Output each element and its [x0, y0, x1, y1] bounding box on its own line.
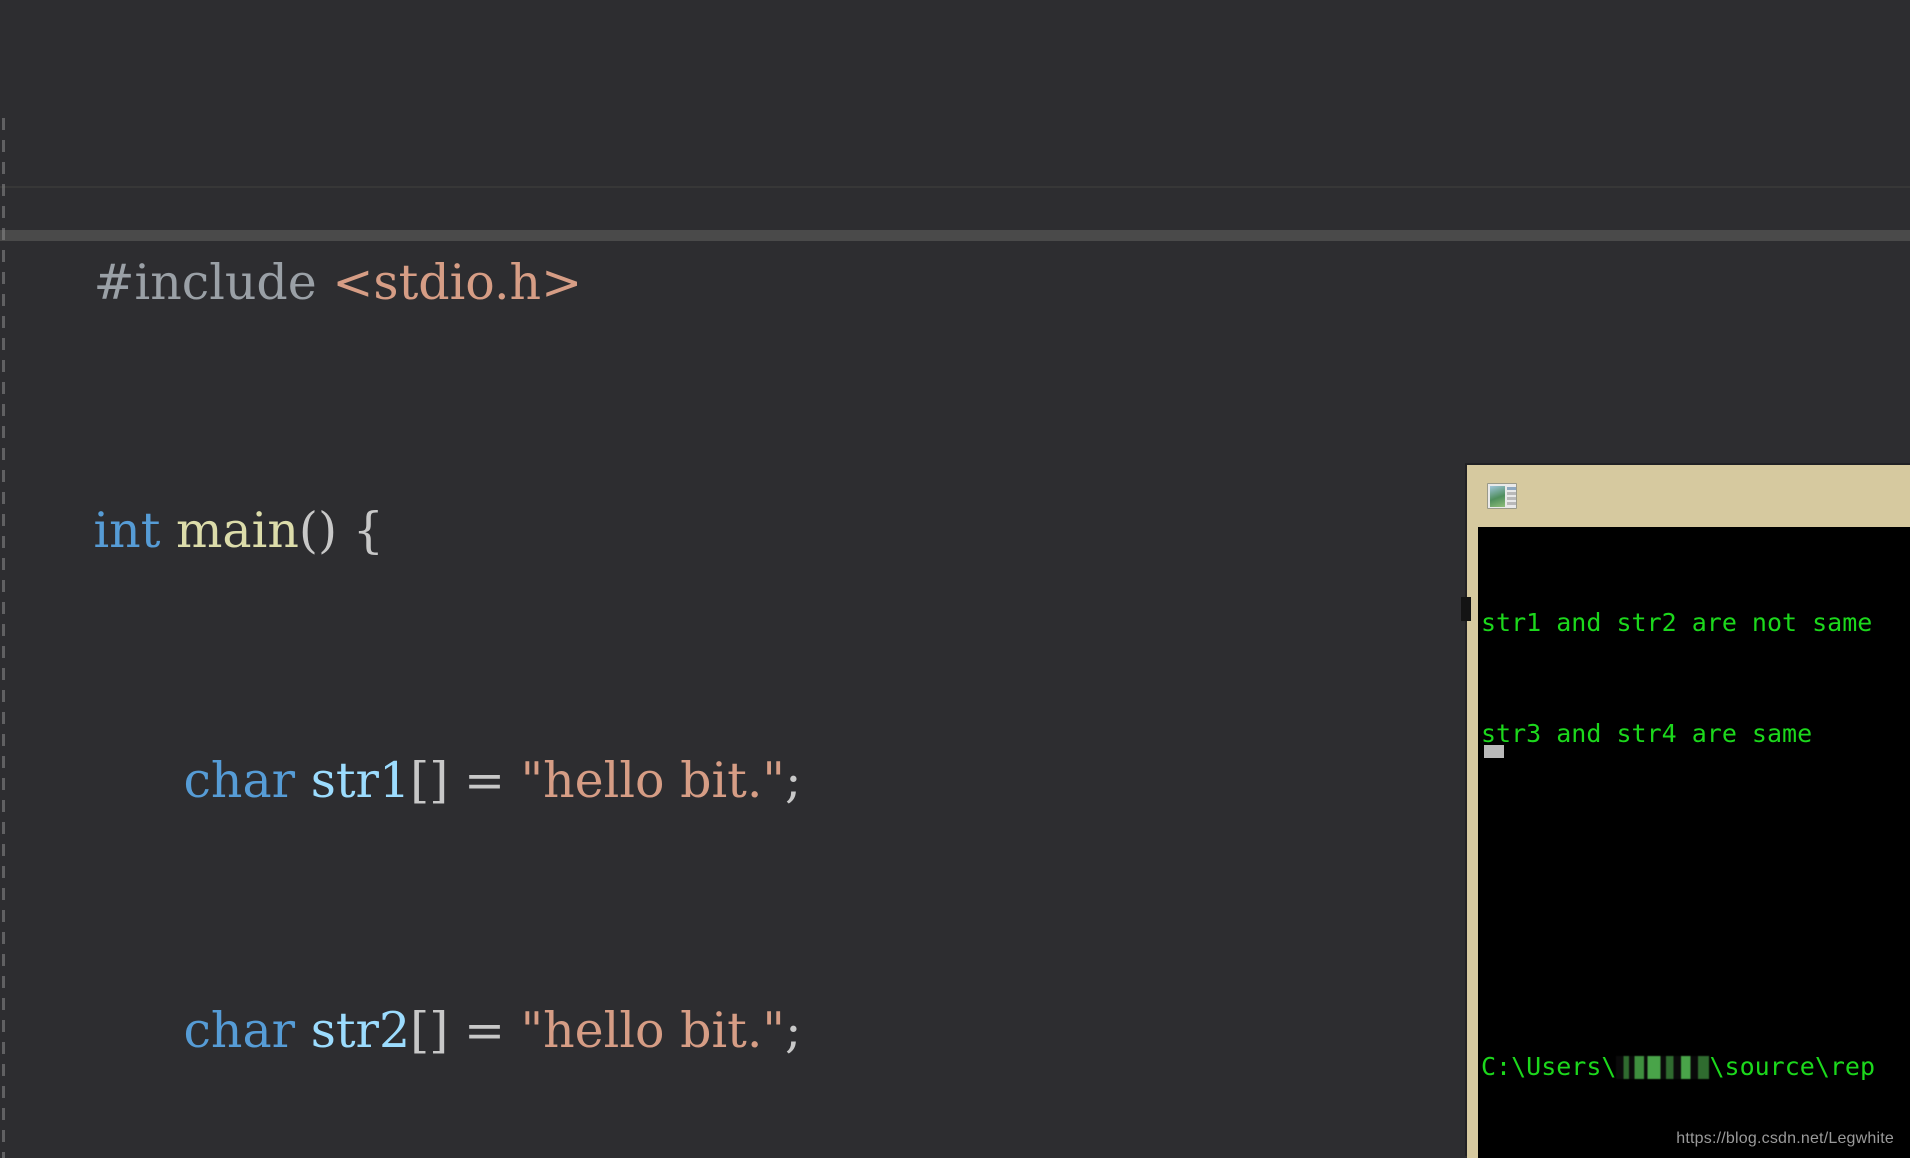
code-line-1[interactable]: #include <stdio.h>	[0, 188, 1253, 311]
token-brace-open: {	[352, 502, 384, 559]
console-text-area[interactable]: str1 and str2 are not same str3 and str4…	[1478, 527, 1910, 1158]
code-text-block[interactable]: #include <stdio.h> int main() { char str…	[0, 0, 1253, 1158]
console-block-cursor	[1484, 745, 1504, 758]
token-parens: ()	[298, 502, 353, 559]
console-line-blank-1	[1481, 826, 1910, 863]
token-var-str2: str2	[310, 1002, 411, 1059]
console-line-2: str3 and str4 are same	[1481, 719, 1813, 748]
token-keyword-char: char	[183, 1002, 296, 1059]
token-header: <stdio.h>	[332, 254, 583, 311]
console-output-window[interactable]: str1 and str2 are not same str3 and str4…	[1461, 465, 1910, 1158]
token-keyword-int: int	[93, 502, 161, 559]
csdn-watermark: https://blog.csdn.net/Legwhite	[1676, 1130, 1894, 1147]
token-string-hello: "hello bit."	[520, 752, 785, 809]
console-icon-glyph-right	[1507, 487, 1516, 490]
console-line-blank-2	[1481, 937, 1910, 974]
console-icon-glyph-left	[1490, 486, 1505, 507]
code-line-3[interactable]: char str1[] = "hello bit.";	[0, 688, 1253, 809]
console-window-icon	[1487, 483, 1517, 509]
token-brackets: []	[410, 1002, 449, 1059]
token-brackets: []	[410, 752, 449, 809]
token-var-str1: str1	[310, 752, 411, 809]
token-assign: =	[463, 752, 505, 809]
token-semicolon: ;	[784, 1002, 802, 1059]
token-function-main: main	[175, 502, 299, 559]
console-path-suffix: \source\rep	[1709, 1052, 1876, 1081]
console-edge-nub	[1461, 597, 1471, 621]
console-redacted-username	[1616, 1056, 1710, 1079]
console-titlebar[interactable]	[1467, 465, 1910, 527]
token-semicolon: ;	[784, 752, 802, 809]
token-string-hello: "hello bit."	[520, 1002, 785, 1059]
token-preprocessor: #include	[93, 254, 317, 311]
console-path-prefix: C:\Users\	[1481, 1052, 1617, 1081]
console-line-1: str1 and str2 are not same	[1481, 608, 1873, 637]
code-line-4[interactable]: char str2[] = "hello bit.";	[0, 938, 1253, 1059]
code-line-2[interactable]: int main() {	[0, 438, 1253, 559]
token-keyword-char: char	[183, 752, 296, 809]
console-line-path: C:\Users\ \source\rep	[1481, 1048, 1910, 1085]
token-assign: =	[463, 1002, 505, 1059]
